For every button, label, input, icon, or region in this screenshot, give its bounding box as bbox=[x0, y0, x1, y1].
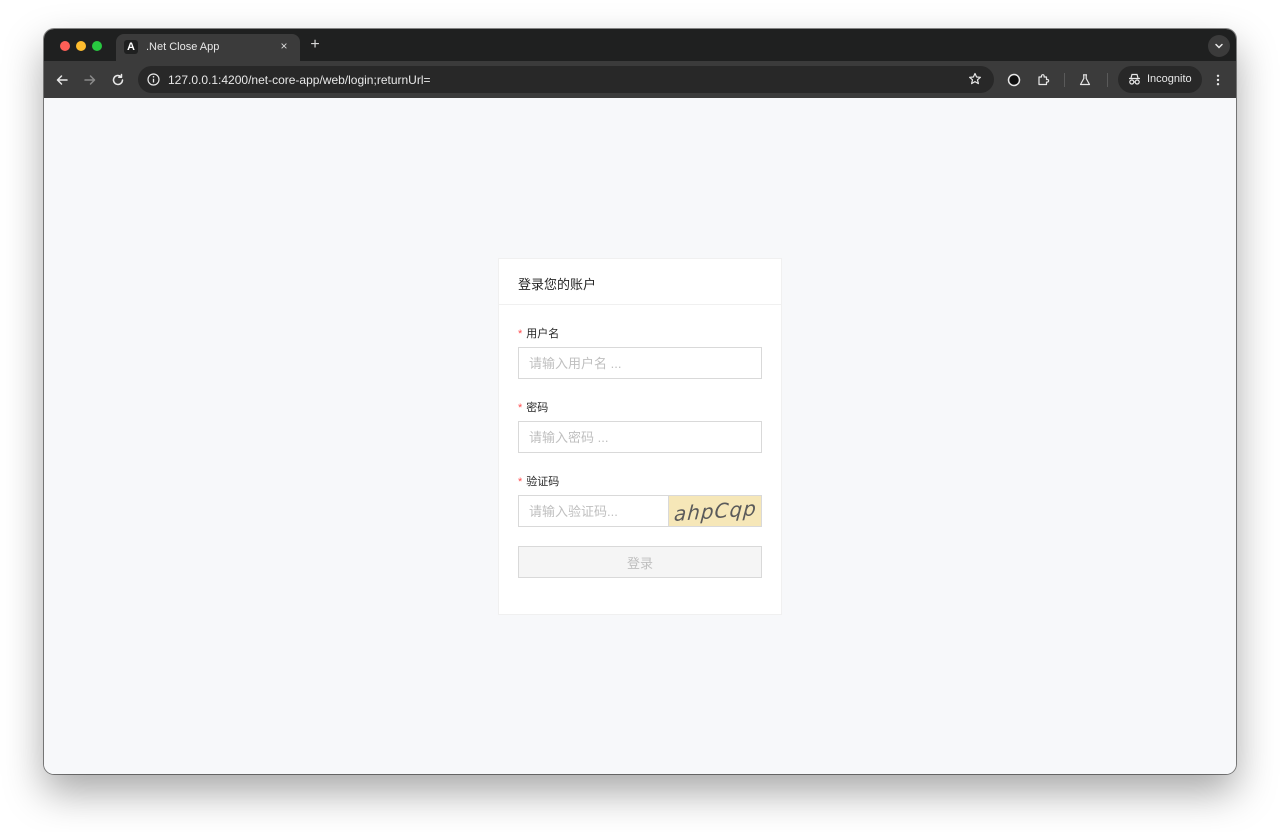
captcha-image[interactable]: ahpCqp bbox=[668, 495, 762, 527]
captcha-input[interactable] bbox=[518, 495, 668, 527]
angular-icon: A bbox=[124, 40, 138, 54]
forward-button[interactable] bbox=[80, 70, 100, 90]
login-card: 登录您的账户 *用户名 *密码 *验证码 ahpCqp 登录 bbox=[498, 258, 782, 615]
password-input[interactable] bbox=[518, 421, 762, 453]
maximize-window-button[interactable] bbox=[92, 41, 102, 51]
toolbar-divider bbox=[1064, 73, 1065, 87]
more-vertical-icon bbox=[1216, 74, 1220, 86]
password-label: * 密码 bbox=[518, 399, 548, 415]
login-button[interactable]: 登录 bbox=[518, 546, 762, 578]
required-mark: * bbox=[518, 328, 523, 340]
url-text: 127.0.0.1:4200/net-core-app/web/login;re… bbox=[168, 73, 431, 87]
reload-button[interactable] bbox=[108, 70, 128, 90]
login-title: 登录您的账户 bbox=[518, 277, 597, 292]
browser-window: A .Net Close App × + 127.0.0.1:4200/net-… bbox=[44, 29, 1236, 774]
username-label: * 用户名 bbox=[518, 325, 559, 341]
username-label-text: 用户名 bbox=[526, 328, 560, 340]
arrow-right-icon bbox=[84, 75, 96, 85]
tab-title: .Net Close App bbox=[146, 41, 220, 53]
bookmark-star-icon[interactable] bbox=[966, 70, 984, 88]
new-tab-button[interactable]: + bbox=[306, 36, 324, 54]
captcha-code: ahpCqp bbox=[672, 496, 758, 526]
reload-icon bbox=[112, 73, 124, 86]
tab-close-icon[interactable]: × bbox=[276, 38, 292, 54]
extension-circle-icon[interactable] bbox=[1004, 70, 1024, 90]
site-info-icon[interactable] bbox=[146, 72, 161, 87]
address-bar[interactable]: 127.0.0.1:4200/net-core-app/web/login;re… bbox=[138, 66, 994, 93]
password-label-text: 密码 bbox=[526, 402, 549, 414]
username-input[interactable] bbox=[518, 347, 762, 379]
arrow-left-icon bbox=[56, 75, 68, 85]
incognito-label: Incognito bbox=[1147, 73, 1192, 85]
browser-menu-button[interactable] bbox=[1208, 70, 1228, 90]
browser-toolbar: 127.0.0.1:4200/net-core-app/web/login;re… bbox=[44, 61, 1236, 98]
close-window-button[interactable] bbox=[60, 41, 70, 51]
page-content: 登录您的账户 *用户名 *密码 *验证码 ahpCqp 登录 bbox=[44, 98, 1236, 774]
chevron-down-icon bbox=[1215, 43, 1223, 49]
captcha-label-text: 验证码 bbox=[526, 476, 560, 488]
toolbar-divider bbox=[1107, 73, 1108, 87]
back-button[interactable] bbox=[52, 70, 72, 90]
labs-flask-icon[interactable] bbox=[1075, 70, 1095, 90]
captcha-label: * 验证码 bbox=[518, 473, 559, 489]
incognito-indicator[interactable]: Incognito bbox=[1118, 66, 1202, 93]
required-mark: * bbox=[518, 402, 523, 414]
tab-search-button[interactable] bbox=[1208, 35, 1230, 57]
tab-strip: A .Net Close App × + bbox=[44, 29, 1236, 61]
login-card-header: 登录您的账户 bbox=[499, 259, 781, 305]
extensions-puzzle-icon[interactable] bbox=[1033, 70, 1053, 90]
incognito-icon bbox=[1129, 73, 1140, 85]
required-mark: * bbox=[518, 476, 523, 488]
tab-net-core-app[interactable]: A .Net Close App × bbox=[116, 34, 300, 61]
minimize-window-button[interactable] bbox=[76, 41, 86, 51]
